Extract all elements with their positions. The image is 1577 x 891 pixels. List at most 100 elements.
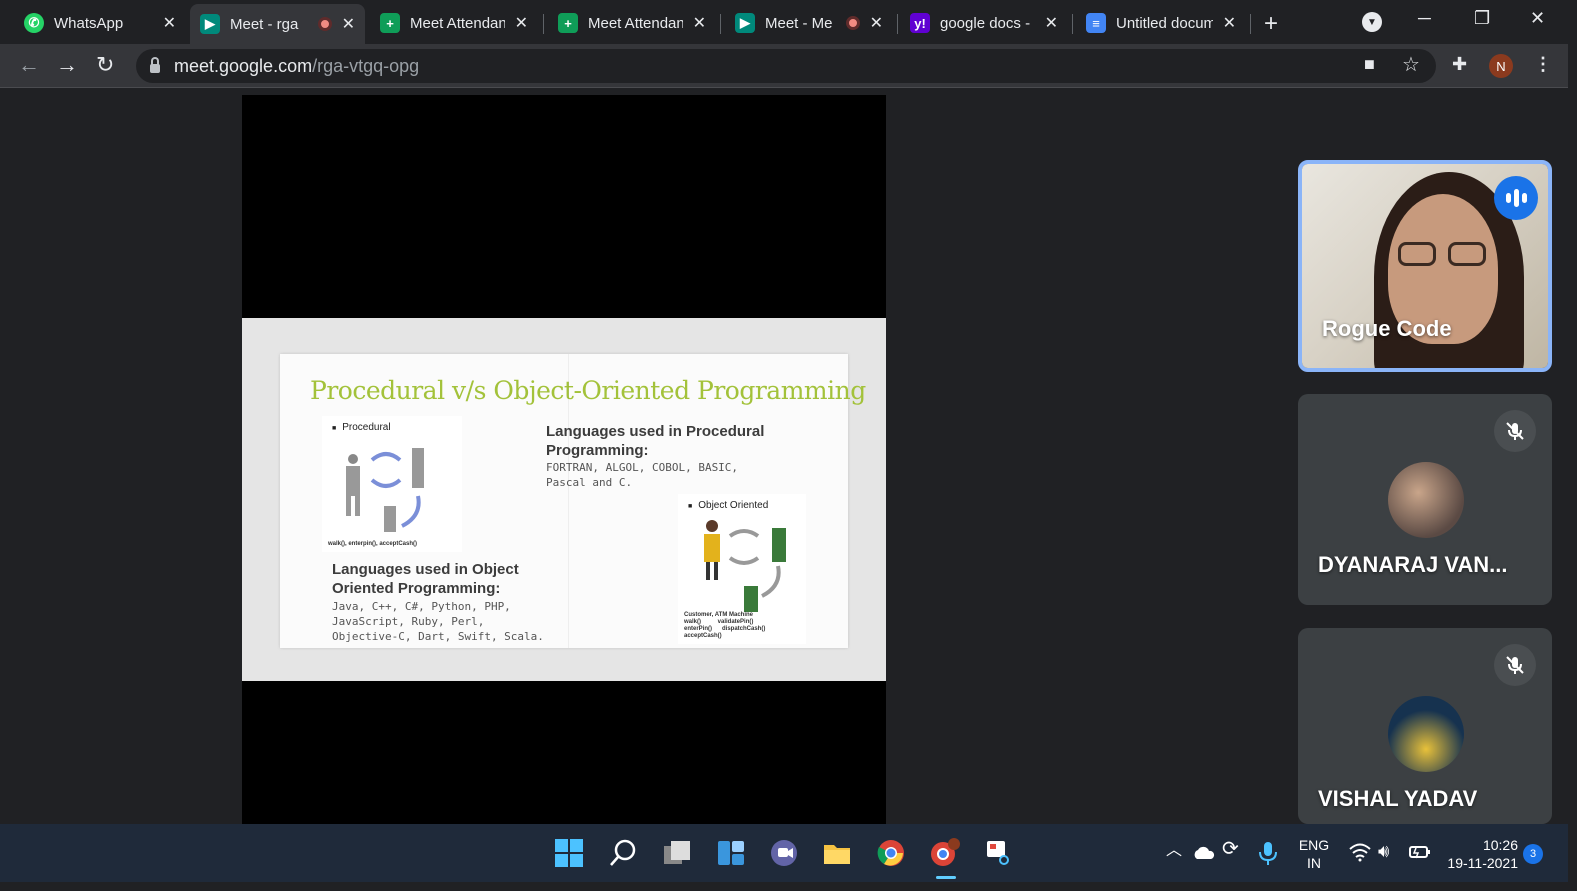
participant-tile-vishal-yadav[interactable]: VISHAL YADAV <box>1298 628 1552 824</box>
tab-title: Meet - Me <box>765 14 833 32</box>
tab-meet-attendance-2[interactable]: + Meet Attendan ✕ <box>548 6 716 40</box>
tab-separator <box>1072 14 1073 34</box>
file-explorer-icon[interactable] <box>822 838 852 868</box>
forward-button[interactable]: → <box>56 52 78 78</box>
tab-title: google docs - <box>940 14 1031 32</box>
notification-badge[interactable]: 3 <box>1523 844 1543 864</box>
procedural-languages-list: FORTRAN, ALGOL, COBOL, BASIC, Pascal and… <box>546 461 739 489</box>
volume-icon[interactable]: 🔊︎ <box>1378 842 1389 860</box>
clock-date: 19-11-2021 <box>1447 855 1518 871</box>
microphone-icon[interactable] <box>1258 840 1278 866</box>
participant-tile-rogue-code[interactable]: Rogue Code <box>1298 160 1552 372</box>
address-bar[interactable]: meet.google.com/rga-vtgq-opg <box>136 49 1436 83</box>
tab-title: Meet - rga <box>230 15 299 33</box>
clock[interactable]: 10:26 19-11-2021 <box>1444 836 1518 872</box>
speaking-indicator-icon <box>1494 176 1538 220</box>
yahoo-icon: y! <box>910 13 930 33</box>
sync-icon[interactable]: ⟳ <box>1222 839 1239 859</box>
participant-name: VISHAL YADAV <box>1318 786 1478 811</box>
slide-paper: Procedural v/s Object-Oriented Programmi… <box>280 354 866 648</box>
presentation-view: Procedural v/s Object-Oriented Programmi… <box>242 95 886 825</box>
screen: ✆ WhatsApp ✕ ▶ Meet - rga ✕ + Meet Atten… <box>0 0 1577 891</box>
oo-languages-list: Java, C++, C#, Python, PHP, JavaScript, … <box>332 600 544 643</box>
tab-title: Untitled docum <box>1116 14 1213 32</box>
widgets-icon[interactable] <box>716 838 746 868</box>
google-meet-icon: ▶ <box>735 13 755 33</box>
participant-glasses <box>1398 242 1490 266</box>
new-tab-button[interactable]: + <box>1264 10 1278 38</box>
onedrive-cloud-icon[interactable] <box>1192 842 1216 864</box>
browser-toolbar: ← → ↻ meet.google.com/rga-vtgq-opg ■ ☆ ✚… <box>0 44 1568 88</box>
procedural-footer: walk(), enterpin(), acceptCash() <box>328 541 418 547</box>
object-oriented-diagram: Object Oriented Customer, A <box>678 494 806 644</box>
procedural-diagram: Procedural walk(), enterpin <box>322 416 462 552</box>
windows-taskbar: ︿ ⟳ ENG IN 🔊︎ 10:26 19-11-2021 3 <box>0 824 1568 882</box>
back-button[interactable]: ← <box>18 52 40 78</box>
tab-title: Meet Attendan <box>588 14 683 32</box>
oo-languages-heading: Languages used in Object Oriented Progra… <box>332 561 519 597</box>
google-docs-icon: ≡ <box>1086 13 1106 33</box>
chrome-icon[interactable] <box>876 838 906 868</box>
snipping-tool-icon[interactable] <box>984 838 1014 868</box>
participant-name: Rogue Code <box>1322 316 1452 341</box>
participant-tile-dyanaraj[interactable]: DYANARAJ VAN... <box>1298 394 1552 605</box>
tab-meet-rga[interactable]: ▶ Meet - rga ✕ <box>190 4 365 44</box>
task-view-icon[interactable] <box>662 838 692 868</box>
tab-separator <box>1250 14 1251 34</box>
region-code: IN <box>1307 855 1321 871</box>
tab-untitled-document[interactable]: ≡ Untitled docum ✕ <box>1076 6 1246 40</box>
chrome-profile-icon[interactable] <box>930 838 960 868</box>
procedural-illustration <box>346 448 424 532</box>
participant-avatar <box>1388 462 1464 538</box>
close-icon[interactable]: ✕ <box>693 13 706 33</box>
close-icon[interactable]: ✕ <box>163 13 176 33</box>
menu-icon[interactable]: ⋮ <box>1534 54 1552 75</box>
object-oriented-footer: Customer, ATM Machine walk() validatePin… <box>684 612 766 639</box>
restore-button[interactable]: ❐ <box>1474 8 1490 29</box>
show-hidden-icons-chevron-up-icon[interactable]: ︿ <box>1166 842 1182 860</box>
close-icon[interactable]: ✕ <box>1045 13 1058 33</box>
tab-search-icon[interactable]: ▼ <box>1362 12 1382 32</box>
bookmark-star-icon[interactable]: ☆ <box>1402 52 1420 77</box>
microphone-off-icon <box>1494 644 1536 686</box>
wifi-icon[interactable] <box>1348 842 1372 862</box>
procedural-languages-heading: Languages used in Procedural Programming… <box>546 423 765 459</box>
extensions-icon[interactable]: ✚ <box>1452 54 1467 75</box>
close-window-button[interactable]: ✕ <box>1530 8 1545 29</box>
recording-icon <box>317 17 332 31</box>
tab-title: WhatsApp <box>54 14 124 32</box>
teams-chat-icon[interactable] <box>769 838 799 868</box>
tab-title: Meet Attendan <box>410 14 505 32</box>
tab-separator <box>720 14 721 34</box>
tab-meet-attendance-1[interactable]: + Meet Attendan ✕ <box>370 6 538 40</box>
slide-title: Procedural v/s Object-Oriented Programmi… <box>310 376 866 405</box>
minimize-button[interactable]: ─ <box>1418 8 1431 29</box>
close-icon[interactable]: ✕ <box>342 14 355 34</box>
tab-meet-me[interactable]: ▶ Meet - Me ✕ <box>725 6 893 40</box>
participant-avatar <box>1388 696 1464 772</box>
url-host: meet.google.com <box>174 55 313 76</box>
tab-separator <box>543 14 544 34</box>
close-icon[interactable]: ✕ <box>870 13 883 33</box>
google-sheets-icon: + <box>558 13 578 33</box>
language-code: ENG <box>1298 837 1330 853</box>
lock-icon[interactable] <box>150 57 160 73</box>
microphone-off-icon <box>1494 410 1536 452</box>
tab-strip: ✆ WhatsApp ✕ ▶ Meet - rga ✕ + Meet Atten… <box>0 0 1568 44</box>
camera-icon[interactable]: ■ <box>1364 54 1375 75</box>
tab-whatsapp[interactable]: ✆ WhatsApp ✕ <box>14 6 186 40</box>
reload-button[interactable]: ↻ <box>96 52 114 78</box>
google-meet-icon: ▶ <box>200 14 220 34</box>
recording-icon <box>845 16 860 30</box>
battery-icon[interactable] <box>1408 842 1432 862</box>
shared-slide: Procedural v/s Object-Oriented Programmi… <box>242 318 886 681</box>
close-icon[interactable]: ✕ <box>515 13 528 33</box>
close-icon[interactable]: ✕ <box>1223 13 1236 33</box>
google-sheets-icon: + <box>380 13 400 33</box>
tab-google-docs-search[interactable]: y! google docs - ✕ <box>900 6 1068 40</box>
profile-avatar[interactable]: N <box>1489 54 1513 78</box>
start-icon[interactable] <box>554 838 584 868</box>
tab-separator <box>897 14 898 34</box>
search-icon[interactable] <box>608 838 638 868</box>
language-indicator[interactable]: ENG IN <box>1296 836 1332 872</box>
